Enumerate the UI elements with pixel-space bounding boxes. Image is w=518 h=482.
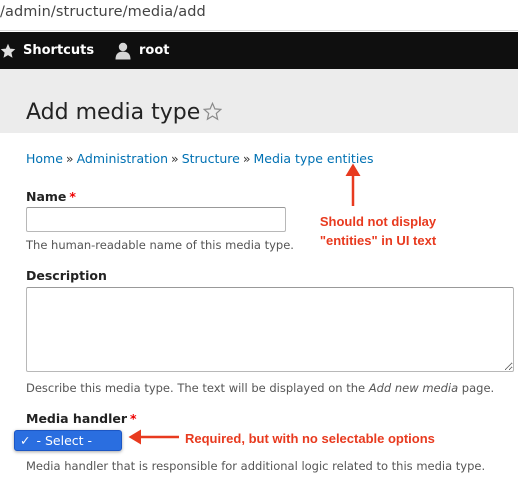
description-help-emphasis: Add new media (368, 381, 459, 395)
toolbar-shortcuts-button[interactable]: Shortcuts (0, 32, 94, 69)
breadcrumb: Home» Administration» Structure» Media type… (26, 151, 374, 166)
media-handler-selected-option: - Select - (36, 433, 93, 448)
page-title: Add media type (26, 100, 201, 125)
description-field-label: Description (26, 268, 107, 283)
annotation-arrow-left-icon (128, 429, 179, 445)
name-field-label: Name * (26, 189, 76, 204)
media-handler-label-text: Media handler (26, 411, 128, 426)
breadcrumb-separator: » (65, 151, 74, 166)
name-input[interactable] (26, 207, 286, 232)
annotation-breadcrumb-line1: Should not display (319, 214, 437, 229)
annotation-breadcrumb-line2: "entities" in UI text (319, 233, 437, 248)
required-marker: * (130, 411, 137, 426)
annotation-handler-note: Required, but with no selectable options (185, 431, 435, 446)
page-header: Add media type (0, 69, 518, 133)
breadcrumb-separator: » (171, 151, 179, 166)
media-handler-field-label: Media handler * (26, 411, 137, 426)
description-help-before: Describe this media type. The text will … (26, 381, 369, 395)
star-filled-icon (0, 43, 16, 59)
star-outline-icon[interactable] (202, 101, 223, 125)
name-label-text: Name (26, 189, 67, 204)
breadcrumb-structure[interactable]: Structure (182, 151, 240, 166)
admin-toolbar: Shortcuts root (0, 32, 518, 69)
name-help-text: The human-readable name of this media ty… (26, 238, 294, 252)
description-help-after: page. (458, 381, 495, 395)
url-text: /admin/structure/media/add (0, 4, 206, 20)
annotation-arrow-up-icon (345, 163, 361, 206)
breadcrumb-home[interactable]: Home (26, 151, 63, 166)
breadcrumb-administration[interactable]: Administration (77, 151, 168, 166)
media-handler-select[interactable]: ✓ - Select - (14, 430, 122, 451)
breadcrumb-separator: » (242, 151, 251, 166)
toolbar-user-label: root (139, 43, 170, 58)
checkmark-icon: ✓ (20, 433, 31, 448)
required-marker: * (69, 189, 76, 204)
annotation-breadcrumb-note: Should not display "entities" in UI text (308, 212, 448, 250)
toolbar-user-button[interactable]: root (114, 32, 170, 69)
toolbar-shortcuts-label: Shortcuts (23, 43, 95, 58)
user-icon (114, 42, 132, 60)
description-textarea[interactable] (26, 287, 514, 372)
browser-url-bar[interactable]: /admin/structure/media/add (0, 0, 518, 31)
description-help-text: Describe this media type. The text will … (26, 381, 494, 395)
media-handler-help-text: Media handler that is responsible for ad… (26, 459, 486, 473)
